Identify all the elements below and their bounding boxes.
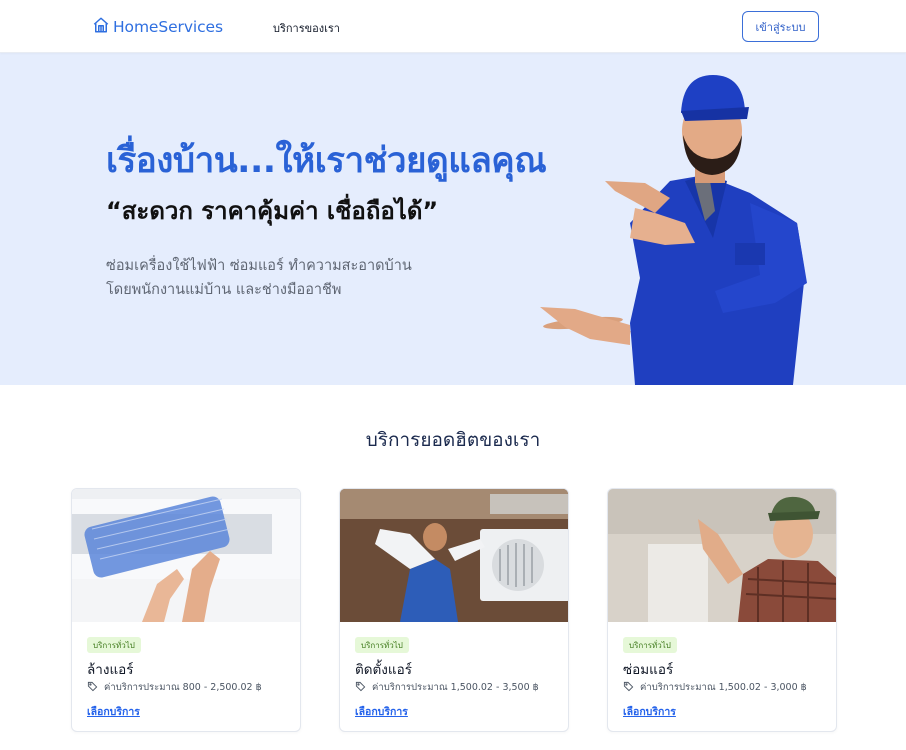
price-text: ค่าบริการประมาณ 1,500.02 - 3,500 ฿: [372, 682, 539, 693]
service-image-aircon-repair: [608, 489, 836, 622]
service-image-aircon-install: [340, 489, 568, 622]
select-service-link[interactable]: เลือกบริการ: [87, 703, 140, 720]
card-title: ติดตั้งแอร์: [355, 662, 412, 678]
top-navbar: HomeServices บริการของเรา เข้าสู่ระบบ: [0, 0, 906, 53]
nav-link-services[interactable]: บริการของเรา: [273, 19, 340, 37]
login-button[interactable]: เข้าสู่ระบบ: [742, 11, 819, 42]
logo[interactable]: HomeServices: [92, 16, 223, 38]
category-badge: บริการทั่วไป: [87, 637, 141, 653]
service-card-aircon-repair[interactable]: บริการทั่วไป ซ่อมแอร์ ค่าบริการประมาณ 1,…: [607, 488, 837, 732]
service-card-aircon-cleaning[interactable]: บริการทั่วไป ล้างแอร์ ค่าบริการประมาณ 80…: [71, 488, 301, 732]
price-text: ค่าบริการประมาณ 800 - 2,500.02 ฿: [104, 682, 262, 693]
category-badge: บริการทั่วไป: [355, 637, 409, 653]
select-service-link[interactable]: เลือกบริการ: [355, 703, 408, 720]
section-title: บริการยอดฮิตของเรา: [365, 429, 541, 451]
hero-title: เรื่องบ้าน...ให้เราช่วยดูแลคุณ: [106, 141, 547, 181]
price-row: ค่าบริการประมาณ 800 - 2,500.02 ฿: [87, 680, 262, 695]
technician-photo: [540, 75, 807, 385]
hero-description: ซ่อมเครื่องใช้ไฟฟ้า ซ่อมแอร์ ทำความสะอาด…: [106, 254, 412, 302]
select-service-link[interactable]: เลือกบริการ: [623, 703, 676, 720]
home-icon: [92, 16, 110, 38]
category-badge: บริการทั่วไป: [623, 637, 677, 653]
logo-text: HomeServices: [113, 18, 223, 36]
hero-description-line-2: โดยพนักงานแม่บ้าน และช่างมืออาชีพ: [106, 282, 342, 298]
hero-banner: เรื่องบ้าน...ให้เราช่วยดูแลคุณ “สะดวก รา…: [0, 53, 906, 385]
service-image-aircon-cleaning: [72, 489, 300, 622]
card-title: ซ่อมแอร์: [623, 662, 674, 678]
tag-icon: [87, 681, 98, 695]
price-text: ค่าบริการประมาณ 1,500.02 - 3,000 ฿: [640, 682, 807, 693]
service-card-aircon-install[interactable]: บริการทั่วไป ติดตั้งแอร์ ค่าบริการประมาณ…: [339, 488, 569, 732]
tag-icon: [623, 681, 634, 695]
hero-quote: “สะดวก ราคาคุ้มค่า เชื่อถือได้”: [106, 197, 439, 225]
price-row: ค่าบริการประมาณ 1,500.02 - 3,500 ฿: [355, 680, 539, 695]
hero-description-line-1: ซ่อมเครื่องใช้ไฟฟ้า ซ่อมแอร์ ทำความสะอาด…: [106, 258, 412, 274]
card-title: ล้างแอร์: [87, 662, 134, 678]
price-row: ค่าบริการประมาณ 1,500.02 - 3,000 ฿: [623, 680, 807, 695]
tag-icon: [355, 681, 366, 695]
